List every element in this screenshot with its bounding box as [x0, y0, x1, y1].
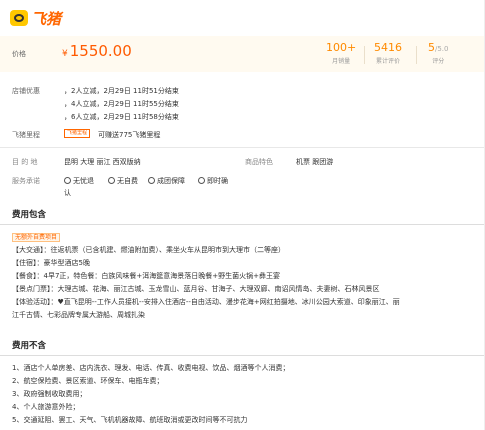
- excluded-line: 2、航空保险费、景区索道、环保车、电瓶车费；: [12, 377, 164, 385]
- monthly-sales-label: 月销量: [332, 58, 351, 65]
- price-value: ¥1550.00: [62, 42, 132, 60]
- excluded-line: 1、酒店个人单房差、店内洗衣、理发、电话、传真、收费电视、饮品、烟酒等个人消费；: [12, 364, 290, 372]
- miles-label: 飞猪里程: [12, 131, 40, 139]
- feature-value: 机票 跟团游: [296, 158, 334, 166]
- check-circle-icon: [108, 177, 115, 184]
- divider: [0, 224, 485, 225]
- currency-symbol: ¥: [62, 49, 68, 59]
- brand-name: 飞猪: [31, 9, 62, 28]
- service-label: 服务承诺: [12, 177, 40, 185]
- promo-line: ，6人立减，2月29日 11时58分结束: [64, 113, 179, 121]
- included-line: 【住宿】：豪华型酒店5晚: [12, 259, 90, 267]
- divider: [0, 355, 485, 356]
- service-text-wrap: 认: [64, 189, 71, 197]
- service-text: 成团保障: [157, 177, 185, 185]
- price-panel: 价格 ¥1550.00 100+ 月销量 5416 累计评价 5/5.0 评分: [0, 36, 485, 72]
- promo-label: 店铺优惠: [12, 87, 40, 95]
- header: 飞猪: [0, 0, 485, 36]
- rating-score: 5: [428, 41, 435, 54]
- excluded-line: 3、政府强制收取费用；: [12, 390, 87, 398]
- fliggy-logo[interactable]: 飞猪: [10, 8, 61, 29]
- check-circle-icon: [148, 177, 155, 184]
- miles-text: 可赚送775飞猪里程: [98, 131, 161, 139]
- service-text: 无忧退: [73, 177, 94, 185]
- rating-stat: 5/5.0 评分: [428, 41, 449, 65]
- promo-line: ，2人立减，2月29日 11时51分结束: [64, 87, 179, 95]
- monthly-sales-value: 100+: [326, 41, 357, 54]
- included-title: 费用包含: [12, 210, 47, 220]
- service-text: 无自费: [117, 177, 138, 185]
- service-text: 即时确: [207, 177, 228, 185]
- service-item: 成团保障: [148, 176, 185, 186]
- monthly-sales-stat: 100+ 月销量: [326, 41, 356, 65]
- feature-label: 商品特色: [245, 158, 273, 166]
- included-line: 【餐食】：4早7正，特色餐：白族风味餐+洱海筵意海景落日晚餐+野生菌火锅+彝王宴: [12, 272, 281, 280]
- check-circle-icon: [198, 177, 205, 184]
- price-amount: 1550.00: [69, 42, 132, 60]
- fliggy-logo-icon: [10, 10, 28, 26]
- service-item: 无自费: [108, 176, 138, 186]
- rating-max: /5.0: [435, 45, 449, 53]
- included-line: 【大交通】：往返机票（已含机建、燃油附加费）、乘坐火车从昆明市到大理市（二等座）: [12, 246, 285, 254]
- included-line: 江千古情、七彩品牌专属大游船、周城扎染: [12, 311, 145, 319]
- promo-line: ，4人立减，2月29日 11时55分结束: [64, 100, 179, 108]
- service-item: 即时确: [198, 176, 228, 186]
- stat-divider: [364, 46, 365, 64]
- included-line: 【景点门票】：大理古城、花海、丽江古城、玉龙雪山、蓝月谷、甘海子、大理双廊、南诏…: [12, 285, 380, 293]
- rating-label: 评分: [432, 58, 445, 65]
- excluded-title: 费用不含: [12, 341, 47, 351]
- total-reviews-value: 5416: [374, 41, 402, 54]
- stat-divider: [416, 46, 417, 64]
- no-extra-cost-badge: 无额外自费项目: [12, 233, 61, 242]
- check-circle-icon: [64, 177, 71, 184]
- total-reviews-stat[interactable]: 5416 累计评价: [374, 41, 402, 65]
- rating-value: 5/5.0: [428, 41, 449, 54]
- included-line: 【体验活动】：♥直飞昆明--工作人员接机--安排入住酒店--自由活动、漫步花海+…: [12, 298, 400, 306]
- destination-value: 昆明 大理 丽江 西双版纳: [64, 158, 141, 166]
- total-reviews-label: 累计评价: [375, 58, 400, 65]
- excluded-line: 5、交通延阻、罢工、天气、飞机机器故障、航班取消或更改时间等不可抗力: [12, 416, 248, 424]
- service-item: 无忧退: [64, 176, 94, 186]
- excluded-line: 4、个人旅游意外险；: [12, 403, 80, 411]
- destination-label: 目 的 地: [12, 158, 38, 166]
- divider: [0, 147, 485, 148]
- price-label: 价格: [12, 50, 26, 58]
- miles-tag: 飞猪里程: [64, 129, 91, 138]
